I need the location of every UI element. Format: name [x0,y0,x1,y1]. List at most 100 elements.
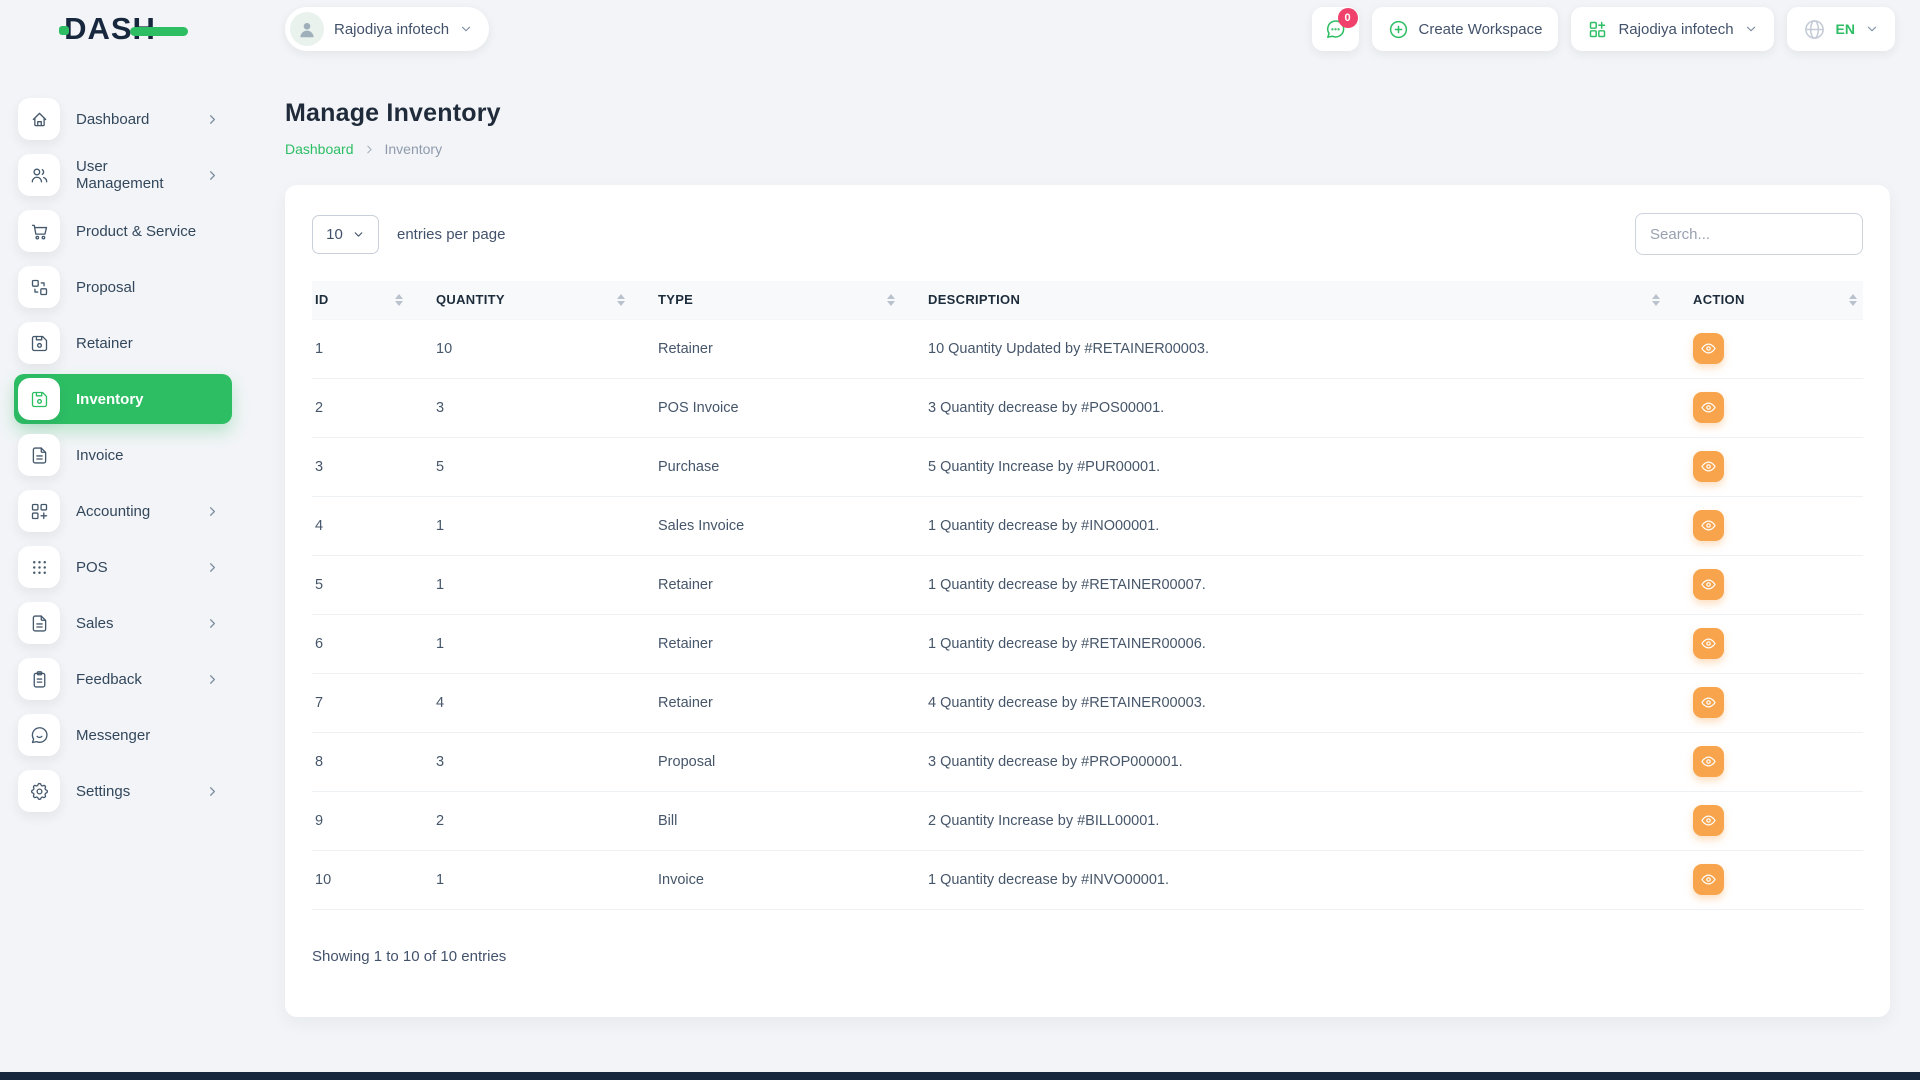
company-selector[interactable]: Rajodiya infotech [1571,7,1773,51]
sidebar-item-settings[interactable]: Settings [14,766,232,816]
cell-description: 10 Quantity Updated by #RETAINER00003. [925,319,1690,378]
cell-quantity: 1 [433,614,655,673]
sidebar-item-accounting[interactable]: Accounting [14,486,232,536]
floppy-icon [18,322,60,364]
company-name: Rajodiya infotech [1618,21,1733,38]
cell-quantity: 1 [433,555,655,614]
column-header-action[interactable]: ACTION [1690,281,1863,319]
cell-description: 1 Quantity decrease by #RETAINER00007. [925,555,1690,614]
gear-icon [18,770,60,812]
cell-type: Sales Invoice [655,496,925,555]
grid-plus-icon [18,490,60,532]
plus-circle-icon [1388,19,1409,40]
cell-id: 5 [312,555,433,614]
main-content: Manage Inventory Dashboard Inventory 10 … [240,58,1920,1072]
cell-quantity: 3 [433,378,655,437]
sort-icon [395,294,403,306]
sidebar-item-retainer[interactable]: Retainer [14,318,232,368]
language-selector[interactable]: EN [1787,7,1895,51]
cell-type: POS Invoice [655,378,925,437]
sidebar-item-dashboard[interactable]: Dashboard [14,94,232,144]
sidebar: Dashboard User Management Product & Servic… [0,58,240,1072]
chevron-down-icon [1865,22,1879,36]
cell-description: 1 Quantity decrease by #INVO00001. [925,850,1690,909]
table-row: 35Purchase5 Quantity Increase by #PUR000… [312,437,1863,496]
view-action-button[interactable] [1693,569,1724,600]
sidebar-item-inventory[interactable]: Inventory [14,374,232,424]
cell-id: 3 [312,437,433,496]
breadcrumb-dashboard-link[interactable]: Dashboard [285,141,354,157]
table-row: 101Invoice1 Quantity decrease by #INVO00… [312,850,1863,909]
cart-icon [18,210,60,252]
users-icon [18,154,60,196]
sidebar-item-messenger[interactable]: Messenger [14,710,232,760]
workspace-selector[interactable]: Rajodiya infotech [285,7,489,51]
view-action-button[interactable] [1693,628,1724,659]
view-action-button[interactable] [1693,392,1724,423]
floppy-icon [18,378,60,420]
cell-description: 2 Quantity Increase by #BILL00001. [925,791,1690,850]
messages-button[interactable]: 0 [1312,7,1359,51]
file-icon [18,602,60,644]
view-action-button[interactable] [1693,451,1724,482]
view-action-button[interactable] [1693,746,1724,777]
cell-description: 1 Quantity decrease by #RETAINER00006. [925,614,1690,673]
table-row: 61Retainer1 Quantity decrease by #RETAIN… [312,614,1863,673]
page-title: Manage Inventory [285,99,1890,128]
column-header-type[interactable]: TYPE [655,281,925,319]
globe-icon [1803,18,1826,41]
sidebar-item-invoice[interactable]: Invoice [14,430,232,480]
messages-badge: 0 [1338,8,1358,28]
create-workspace-button[interactable]: Create Workspace [1372,7,1559,51]
column-header-id[interactable]: ID [312,281,433,319]
brand-logo[interactable]: DASH [0,11,240,47]
view-action-button[interactable] [1693,333,1724,364]
sidebar-item-label: Messenger [76,727,220,744]
column-header-quantity[interactable]: QUANTITY [433,281,655,319]
dots-grid-icon [18,546,60,588]
view-action-button[interactable] [1693,510,1724,541]
table-header-row: IDQUANTITYTYPEDESCRIPTIONACTION [312,281,1863,319]
search-input[interactable] [1635,213,1863,255]
cell-id: 8 [312,732,433,791]
sidebar-item-label: Invoice [76,447,220,464]
user-avatar [290,12,324,46]
chevron-right-icon [205,504,220,519]
sidebar-item-label: POS [76,559,189,576]
chevron-right-icon [205,672,220,687]
chevron-right-icon [205,168,220,183]
cell-type: Retainer [655,319,925,378]
chevron-right-icon [205,784,220,799]
view-action-button[interactable] [1693,687,1724,718]
sidebar-item-label: Proposal [76,279,220,296]
transform-icon [18,266,60,308]
entries-per-page-select[interactable]: 10 [312,215,379,254]
sidebar-item-feedback[interactable]: Feedback [14,654,232,704]
sidebar-item-label: Inventory [76,391,220,408]
cell-description: 4 Quantity decrease by #RETAINER00003. [925,673,1690,732]
cell-quantity: 1 [433,496,655,555]
column-header-description[interactable]: DESCRIPTION [925,281,1690,319]
sidebar-item-product-service[interactable]: Product & Service [14,206,232,256]
chevron-right-icon [205,616,220,631]
sidebar-item-sales[interactable]: Sales [14,598,232,648]
language-code: EN [1836,21,1855,37]
sidebar-item-label: Feedback [76,671,189,688]
cell-id: 1 [312,319,433,378]
cell-description: 3 Quantity decrease by #PROP000001. [925,732,1690,791]
entries-per-page-label: entries per page [397,226,505,243]
sidebar-item-proposal[interactable]: Proposal [14,262,232,312]
sidebar-item-pos[interactable]: POS [14,542,232,592]
logo-accent-dash [130,27,188,36]
cell-quantity: 10 [433,319,655,378]
sidebar-item-user-management[interactable]: User Management [14,150,232,200]
chevron-right-icon [205,560,220,575]
cell-type: Purchase [655,437,925,496]
chevron-right-icon [205,112,220,127]
sidebar-item-label: Sales [76,615,189,632]
view-action-button[interactable] [1693,864,1724,895]
cell-type: Retainer [655,614,925,673]
cell-id: 10 [312,850,433,909]
view-action-button[interactable] [1693,805,1724,836]
file-icon [18,434,60,476]
